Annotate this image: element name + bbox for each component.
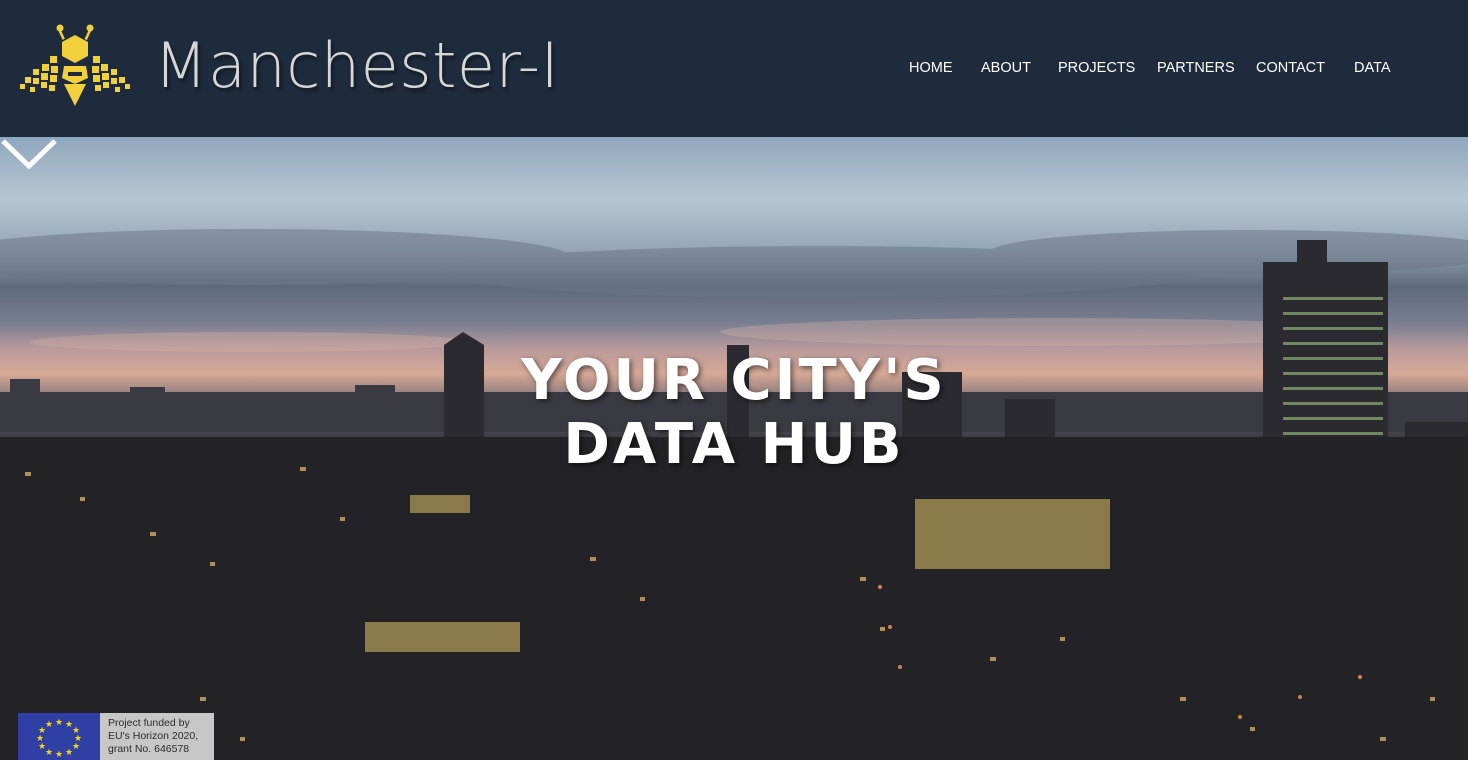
site-header: Manchester-I HOME ABOUT PROJECTS PARTNER…: [0, 0, 1468, 137]
eu-flag-icon: ★ ★ ★ ★ ★ ★ ★ ★ ★ ★ ★ ★: [18, 713, 100, 760]
chevron-down-icon[interactable]: [0, 137, 58, 171]
nav-item-home[interactable]: HOME: [909, 58, 953, 78]
funding-line1: Project funded by: [108, 717, 190, 729]
nav-item-partners[interactable]: PARTNERS: [1157, 58, 1235, 78]
hero-banner: YOUR CITY'S DATA HUB: [0, 137, 1468, 760]
hero-title: YOUR CITY'S DATA HUB: [0, 349, 1468, 477]
svg-text:★: ★: [72, 742, 80, 752]
main-nav: HOME ABOUT PROJECTS PARTNERS CONTACT DAT…: [0, 58, 1468, 80]
nav-item-projects[interactable]: PROJECTS: [1058, 58, 1135, 78]
funding-line2: EU's Horizon 2020,: [108, 730, 199, 742]
svg-text:★: ★: [45, 748, 53, 758]
svg-text:★: ★: [45, 720, 53, 730]
hero-title-line1: YOUR CITY'S: [521, 348, 947, 413]
funding-line3: grant No. 646578: [108, 743, 190, 755]
hero-title-line2: DATA HUB: [563, 412, 905, 477]
eu-funding-badge: ★ ★ ★ ★ ★ ★ ★ ★ ★ ★ ★ ★ Project funded b…: [18, 713, 214, 760]
svg-text:★: ★: [65, 748, 73, 758]
nav-item-data[interactable]: DATA: [1354, 58, 1391, 78]
nav-item-contact[interactable]: CONTACT: [1256, 58, 1325, 78]
funding-text: Project funded by EU's Horizon 2020, gra…: [108, 717, 214, 756]
svg-text:★: ★: [55, 718, 63, 728]
svg-text:★: ★: [55, 750, 63, 760]
nav-item-about[interactable]: ABOUT: [981, 58, 1031, 78]
